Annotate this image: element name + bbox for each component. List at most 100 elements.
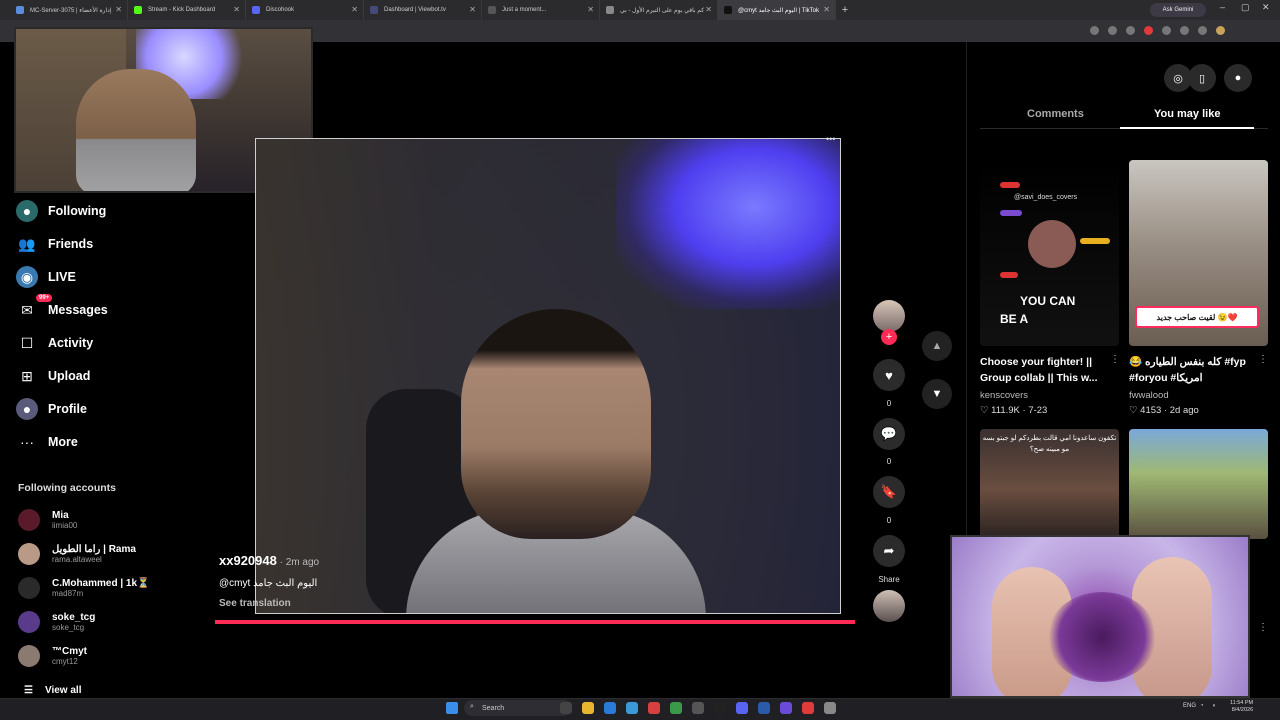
share-arrow-icon: ➦ <box>883 543 895 558</box>
video-progress-bar[interactable] <box>215 620 855 624</box>
video-author[interactable]: xx920948 · 2m ago <box>219 553 319 568</box>
recommended-video-author[interactable]: fwwalood <box>1129 390 1169 401</box>
taskbar-clock[interactable]: 11:54 PM 8/4/2026 <box>1230 700 1253 714</box>
sidebar-item-friends[interactable]: 👥 Friends <box>16 232 93 256</box>
taskbar-app-icon[interactable] <box>670 702 682 714</box>
extension-icon[interactable] <box>1162 26 1171 35</box>
account-name: Mia <box>52 510 69 521</box>
bookmark-star-icon[interactable] <box>1126 26 1135 35</box>
next-video-button[interactable]: ▼ <box>922 379 952 409</box>
browser-tab[interactable]: كم باقي يوم على التيرم الأول - بي ✕ <box>600 0 718 20</box>
taskbar-app-icon[interactable] <box>780 702 792 714</box>
following-account[interactable]: ™Cmyt cmyt12 <box>18 641 87 671</box>
language-indicator[interactable]: ENG <box>1183 703 1196 709</box>
avatar <box>18 645 40 667</box>
taskbar-app-icon[interactable] <box>758 702 770 714</box>
browser-tab[interactable]: Stream - Kick Dashboard ✕ <box>128 0 246 20</box>
sidebar-item-messages[interactable]: ✉ 99+ Messages <box>16 294 108 322</box>
recommended-video-title[interactable]: 😂 كله بنفس الطياره #fyp #foryou #امريكا <box>1129 354 1268 386</box>
sidebar-item-more[interactable]: ··· More <box>16 430 78 454</box>
tab-close-icon[interactable]: ✕ <box>587 5 594 14</box>
taskbar-app-icon[interactable] <box>802 702 814 714</box>
see-translation-link[interactable]: See translation <box>219 598 291 609</box>
gemini-label: Ask Gemini <box>1162 7 1194 13</box>
video-player[interactable] <box>255 138 841 614</box>
more-options-icon[interactable]: ⋮ <box>1258 622 1268 633</box>
video-options-icon[interactable]: ••• <box>826 134 835 144</box>
new-tab-button[interactable]: + <box>836 4 854 16</box>
sidepanel-icon[interactable] <box>1198 26 1207 35</box>
comment-button[interactable]: 💬 <box>873 418 905 450</box>
sidebar-item-label: Following <box>48 204 107 218</box>
recommended-video-thumb[interactable]: لقيت صاحب جديد 😉❤️ <box>1129 160 1268 346</box>
browser-tab[interactable]: Just a moment... ✕ <box>482 0 600 20</box>
taskbar-app-icon[interactable] <box>824 702 836 714</box>
music-disc-avatar[interactable] <box>873 590 905 622</box>
recommended-video-thumb[interactable]: تكفون ساعدونا امي قالت بطردكم لو جبتو بس… <box>980 429 1119 539</box>
account-name: راما الطويل | Rama <box>52 544 136 555</box>
taskbar-app-icon[interactable] <box>626 702 638 714</box>
browser-tab[interactable]: Dashboard | Viewbot.tv ✕ <box>364 0 482 20</box>
tab-close-icon[interactable]: ✕ <box>469 5 476 14</box>
tab-close-icon[interactable]: ✕ <box>705 5 712 14</box>
volume-icon[interactable]: ◖ <box>1212 703 1216 709</box>
browser-tab[interactable]: @cmyt اليوم البث جامد | TikTok ✕ <box>718 0 836 20</box>
windows-start-icon[interactable] <box>446 702 458 714</box>
tab-close-icon[interactable]: ✕ <box>233 5 240 14</box>
more-icon: ··· <box>20 434 34 450</box>
creator-avatar[interactable] <box>873 300 905 332</box>
sidebar-item-following[interactable]: ● Following <box>16 199 106 223</box>
following-account[interactable]: راما الطويل | Rama rama.altaweel <box>18 539 136 569</box>
recommended-video-thumb[interactable] <box>1129 429 1268 539</box>
extension-icon[interactable] <box>1144 26 1153 35</box>
tab-favicon <box>488 6 496 14</box>
taskbar-app-icon[interactable] <box>582 702 594 714</box>
window-maximize-button[interactable]: ▢ <box>1241 2 1250 13</box>
recommended-video-thumb[interactable]: @savi_does_covers YOU CAN BE A <box>980 160 1119 346</box>
taskbar-app-icon[interactable] <box>714 702 726 714</box>
taskbar-app-icon[interactable] <box>648 702 660 714</box>
like-button[interactable]: ♥ <box>873 359 905 391</box>
taskbar-app-icon[interactable] <box>736 702 748 714</box>
follow-plus-icon[interactable]: + <box>881 329 897 345</box>
taskbar-search[interactable]: ⌕ Search <box>464 700 572 716</box>
prev-video-button[interactable]: ▲ <box>922 331 952 361</box>
more-options-icon[interactable]: ⋮ <box>1110 354 1120 365</box>
more-options-icon[interactable]: ⋮ <box>1258 354 1268 365</box>
ask-gemini-button[interactable]: Ask Gemini <box>1150 3 1206 17</box>
tab-comments[interactable]: Comments <box>1027 108 1084 120</box>
translate-icon[interactable] <box>1108 26 1117 35</box>
tab-close-icon[interactable]: ✕ <box>823 5 830 14</box>
tab-close-icon[interactable]: ✕ <box>115 5 122 14</box>
browser-tab[interactable]: Discohook ✕ <box>246 0 364 20</box>
taskbar-app-icon[interactable] <box>692 702 704 714</box>
puzzle-icon[interactable] <box>1180 26 1189 35</box>
window-minimize-button[interactable]: – <box>1220 2 1225 12</box>
zoom-icon[interactable] <box>1090 26 1099 35</box>
share-button[interactable]: ➦ <box>873 535 905 567</box>
video-username[interactable]: xx920948 <box>219 553 277 568</box>
sidebar-item-activity[interactable]: ☐ Activity <box>16 331 93 355</box>
user-avatar-button[interactable]: ● <box>1224 64 1252 92</box>
device-button[interactable]: ▯ <box>1188 64 1216 92</box>
browser-tab[interactable]: MC-Server-3075 | إدارة الأعضاء ✕ <box>10 0 128 20</box>
tab-you-may-like[interactable]: You may like <box>1154 108 1220 120</box>
sidebar-item-profile[interactable]: ● Profile <box>16 397 87 421</box>
sidebar-item-live[interactable]: ◉ LIVE <box>16 265 76 289</box>
profile-avatar[interactable] <box>1216 26 1225 35</box>
wifi-icon[interactable]: ◔ <box>1200 703 1204 709</box>
following-account[interactable]: soke_tcg soke_tcg <box>18 607 95 637</box>
recommended-video-title[interactable]: Choose your fighter! || Group collab || … <box>980 354 1119 386</box>
taskbar-app-icon[interactable] <box>560 702 572 714</box>
taskbar-app-icon[interactable] <box>604 702 616 714</box>
friends-icon: 👥 <box>18 235 36 252</box>
following-account[interactable]: C.Mohammed | 1k⏳ mad87m <box>18 573 150 603</box>
tab-close-icon[interactable]: ✕ <box>351 5 358 14</box>
save-button[interactable]: 🔖 <box>873 476 905 508</box>
save-count: 0 <box>886 516 892 525</box>
view-all-link[interactable]: ☰ View all <box>24 685 81 696</box>
recommended-video-author[interactable]: kenscovers <box>980 390 1028 401</box>
following-account[interactable]: Mia iimia00 <box>18 505 77 535</box>
window-close-button[interactable]: ✕ <box>1262 2 1270 13</box>
sidebar-item-upload[interactable]: ⊞ Upload <box>16 364 90 388</box>
